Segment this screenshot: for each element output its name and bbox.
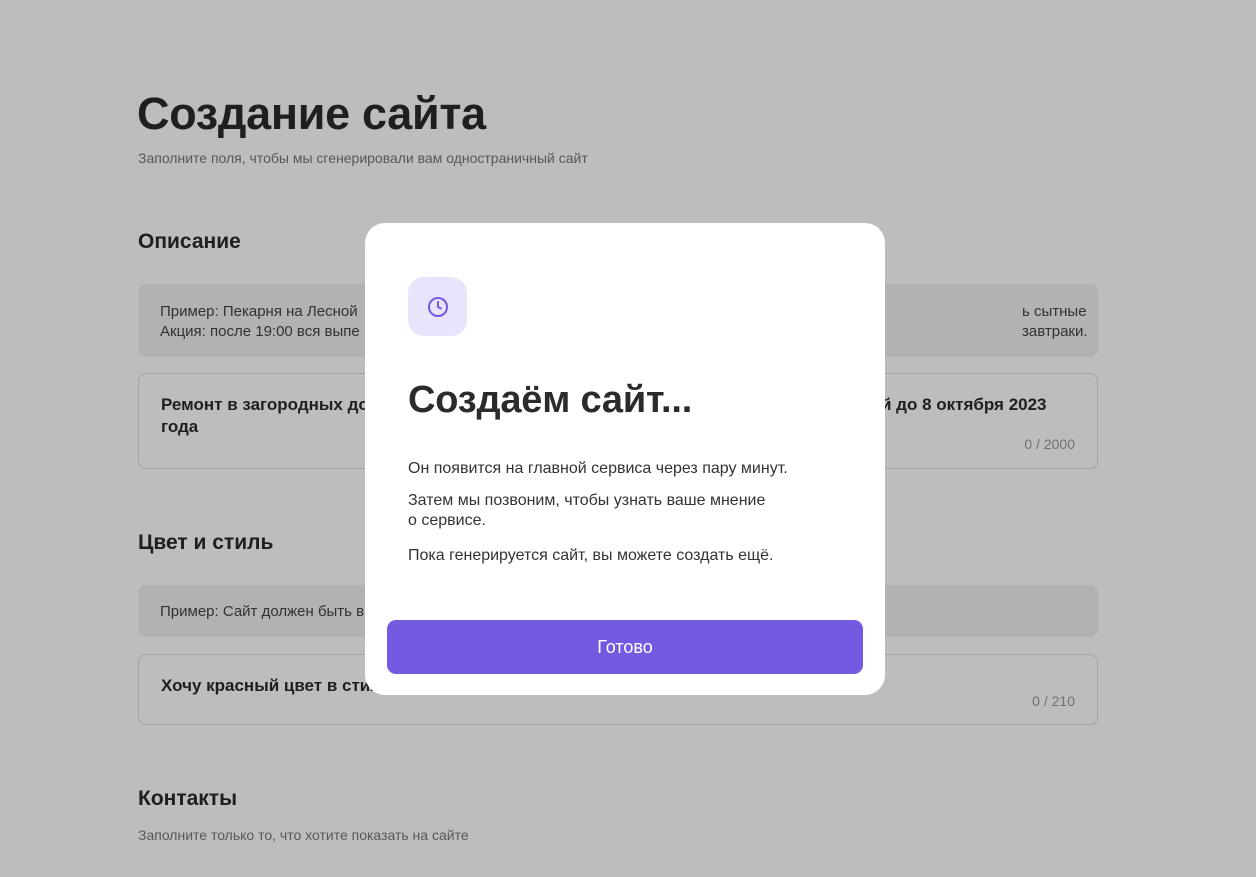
dialog-paragraph-1: Он появится на главной сервиса через пар… xyxy=(408,460,788,477)
dialog-title: Создаём сайт... xyxy=(408,379,693,421)
clock-icon-badge xyxy=(408,277,467,336)
site-creation-dialog: Создаём сайт... Он появится на главной с… xyxy=(365,223,885,695)
done-button[interactable]: Готово xyxy=(387,620,863,674)
dialog-paragraph-2-line1: Затем мы позвоним, чтобы узнать ваше мне… xyxy=(408,492,766,509)
clock-icon xyxy=(427,296,448,317)
dialog-paragraph-3: Пока генерируется сайт, вы можете создат… xyxy=(408,547,774,564)
dialog-paragraph-2-line2: о сервисе. xyxy=(408,512,486,529)
